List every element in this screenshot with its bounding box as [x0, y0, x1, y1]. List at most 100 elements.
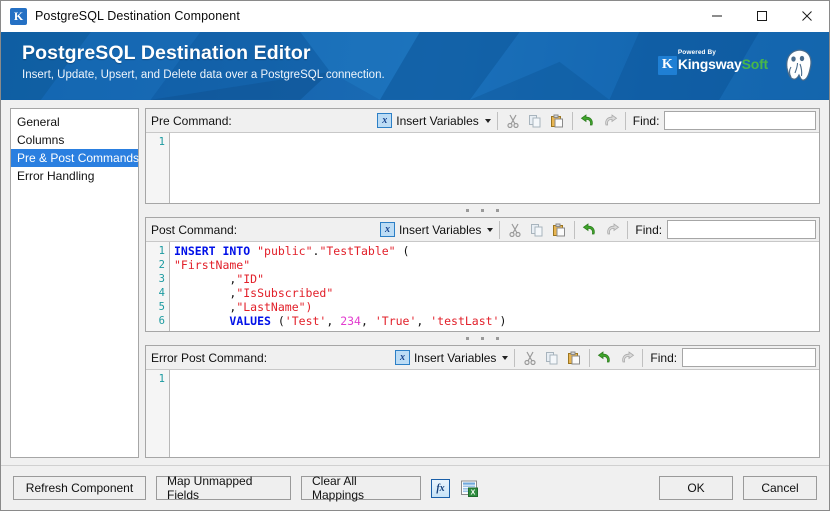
- page-subtitle: Insert, Update, Upsert, and Delete data …: [22, 69, 385, 81]
- code-token: "FirstName": [174, 258, 251, 272]
- insert-variables-label: Insert Variables: [396, 113, 479, 128]
- kingswaysoft-logo: K Powered By KingswaySoft: [657, 49, 769, 75]
- error-post-command-toolbar: Error Post Command: x Insert Variables F…: [146, 346, 819, 370]
- pre-command-label: Pre Command:: [151, 113, 232, 128]
- error-post-command-code[interactable]: [170, 370, 819, 457]
- maximize-icon: [756, 11, 767, 21]
- pre-command-code[interactable]: [170, 133, 819, 203]
- brand-group: K Powered By KingswaySoft: [657, 46, 816, 84]
- code-token: (: [395, 244, 410, 258]
- post-command-code[interactable]: INSERT INTO "public"."TestTable" ("First…: [170, 242, 819, 331]
- ok-button[interactable]: OK: [659, 476, 733, 500]
- sidebar-item-general[interactable]: General: [11, 113, 138, 131]
- toolbar-separator: [571, 111, 573, 130]
- expression-editor-button[interactable]: fx: [431, 478, 450, 498]
- map-unmapped-fields-button[interactable]: Map Unmapped Fields: [156, 474, 291, 502]
- variable-x-icon: x: [379, 222, 395, 237]
- code-token: ): [499, 314, 507, 328]
- toolbar-separator: [514, 348, 516, 367]
- paste-button[interactable]: [548, 220, 570, 240]
- toolbar-separator: [642, 348, 644, 367]
- code-token: 234: [340, 314, 361, 328]
- code-token: ,: [360, 314, 375, 328]
- minimize-button[interactable]: [694, 1, 739, 31]
- code-token: ,: [416, 314, 431, 328]
- variable-x-icon: x: [377, 113, 393, 128]
- post-command-toolbar: Post Command: x Insert Variables Find:: [146, 218, 819, 242]
- insert-variables-button[interactable]: x Insert Variables: [378, 220, 495, 240]
- code-token: ,: [174, 300, 237, 314]
- line-number: 5: [158, 301, 165, 313]
- cut-button[interactable]: [504, 220, 526, 240]
- redo-button[interactable]: [616, 348, 638, 368]
- refresh-component-button[interactable]: Refresh Component: [13, 476, 146, 500]
- redo-button[interactable]: [599, 111, 621, 131]
- insert-variables-button[interactable]: x Insert Variables: [375, 111, 492, 131]
- find-input[interactable]: [667, 220, 816, 239]
- splitter-grip: [466, 337, 499, 340]
- splitter-post-error[interactable]: [145, 332, 820, 345]
- error-post-command-code-area[interactable]: 1: [146, 370, 819, 457]
- find-input[interactable]: [682, 348, 816, 367]
- brand-name-soft: Soft: [741, 56, 769, 72]
- grip-dot: [481, 209, 484, 212]
- sidebar-item-columns[interactable]: Columns: [11, 131, 138, 149]
- cut-button[interactable]: [502, 111, 524, 131]
- toolbar-separator: [574, 220, 576, 239]
- code-token: ,: [326, 314, 341, 328]
- toolbar-separator: [499, 220, 501, 239]
- splitter-grip: [466, 209, 499, 212]
- sidebar-nav: General Columns Pre & Post Commands Erro…: [10, 108, 139, 458]
- post-command-code-area[interactable]: 123456 INSERT INTO "public"."TestTable" …: [146, 242, 819, 331]
- code-token: 'True': [374, 314, 417, 328]
- dialog-window: K PostgreSQL Destination Component Postg…: [0, 0, 830, 511]
- line-number: 4: [158, 287, 165, 299]
- pre-command-code-area[interactable]: 1: [146, 133, 819, 203]
- clear-all-mappings-button[interactable]: Clear All Mappings: [301, 474, 421, 502]
- sidebar-item-error-handling[interactable]: Error Handling: [11, 167, 138, 185]
- toolbar-separator: [589, 348, 591, 367]
- fx-icon: fx: [431, 478, 450, 498]
- export-mappings-button[interactable]: X: [460, 479, 479, 498]
- copy-button[interactable]: [541, 348, 563, 368]
- undo-button[interactable]: [594, 348, 616, 368]
- code-token: 'testLast': [430, 314, 500, 328]
- redo-icon: [607, 222, 620, 234]
- paste-button[interactable]: [563, 348, 585, 368]
- undo-icon: [598, 350, 611, 362]
- header-banner: PostgreSQL Destination Editor Insert, Up…: [1, 32, 829, 100]
- kingswaysoft-k-icon: K: [657, 55, 677, 75]
- insert-variables-label: Insert Variables: [413, 350, 497, 365]
- sidebar-item-pre-post-commands[interactable]: Pre & Post Commands: [11, 149, 139, 167]
- chevron-down-icon: [502, 355, 509, 360]
- copy-button[interactable]: [526, 220, 548, 240]
- paste-icon: [568, 351, 581, 364]
- code-token: "IsSubscribed": [236, 286, 334, 300]
- cut-icon: [507, 114, 519, 128]
- error-post-command-gutter: 1: [146, 370, 170, 457]
- maximize-button[interactable]: [739, 1, 784, 31]
- insert-variables-button[interactable]: x Insert Variables: [393, 348, 510, 368]
- cut-button[interactable]: [519, 348, 541, 368]
- code-token: VALUES: [229, 314, 271, 328]
- undo-button[interactable]: [577, 111, 599, 131]
- kingswaysoft-wordmark: Powered By KingswaySoft: [678, 49, 769, 73]
- export-spreadsheet-icon: X: [461, 480, 478, 497]
- copy-button[interactable]: [524, 111, 546, 131]
- undo-icon: [583, 222, 596, 234]
- find-input[interactable]: [664, 111, 816, 130]
- undo-icon: [580, 113, 593, 125]
- cancel-button[interactable]: Cancel: [743, 476, 817, 500]
- undo-button[interactable]: [579, 220, 601, 240]
- close-button[interactable]: [784, 1, 829, 31]
- code-line: ,"IsSubscribed": [174, 286, 819, 300]
- paste-button[interactable]: [546, 111, 568, 131]
- find-label: Find:: [650, 350, 678, 365]
- chevron-down-icon: [487, 227, 494, 232]
- splitter-pre-post[interactable]: [145, 204, 820, 217]
- footer-bar: Refresh Component Map Unmapped Fields Cl…: [1, 465, 829, 510]
- redo-icon: [605, 113, 617, 125]
- redo-button[interactable]: [601, 220, 623, 240]
- error-post-command-label: Error Post Command:: [151, 350, 268, 365]
- title-bar: K PostgreSQL Destination Component: [1, 1, 829, 32]
